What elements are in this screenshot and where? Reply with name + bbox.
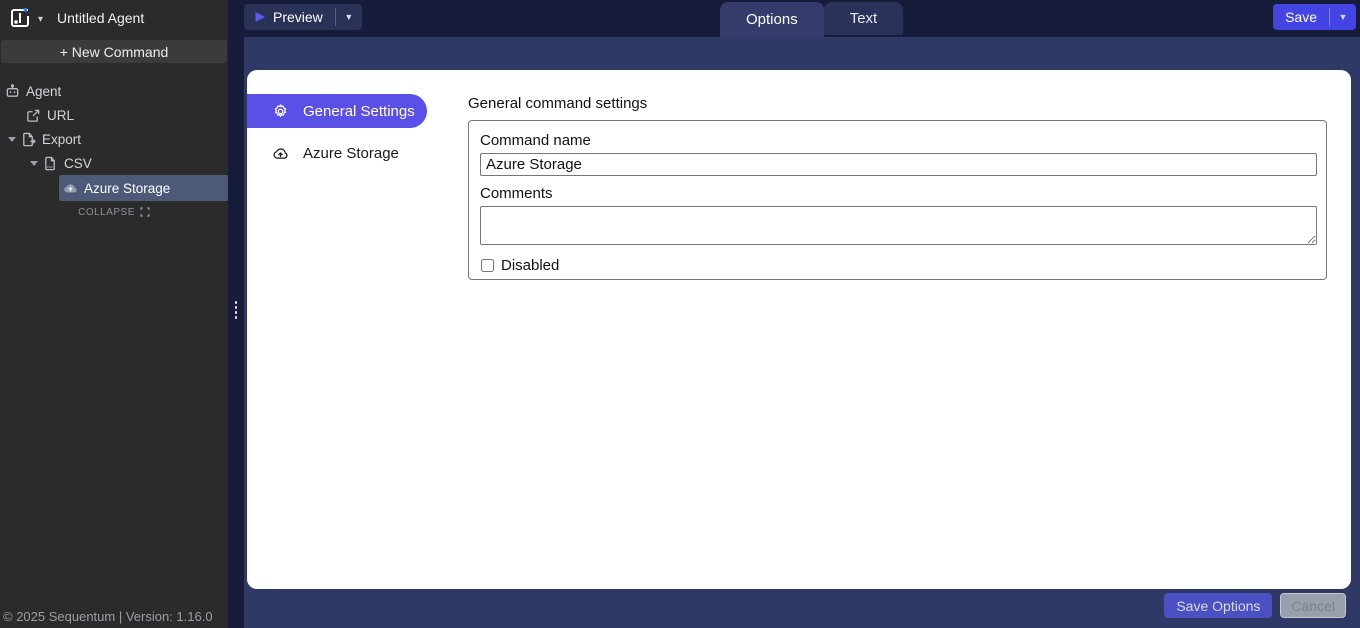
options-card: General Settings Azure Storage General c… <box>247 70 1351 589</box>
tab-bar: Options Text <box>720 0 903 37</box>
tree-item-export[interactable]: Export <box>0 127 228 151</box>
panel-nav-general-settings[interactable]: General Settings <box>247 94 427 128</box>
tab-text[interactable]: Text <box>824 2 904 35</box>
file-export-icon <box>21 132 36 147</box>
sequentum-logo-icon[interactable] <box>8 6 32 30</box>
expander-arrow-icon[interactable] <box>7 134 17 144</box>
expander-arrow-icon[interactable] <box>29 158 39 168</box>
cancel-button[interactable]: Cancel <box>1280 593 1346 618</box>
bottom-actions: Save Options Cancel <box>1164 593 1346 618</box>
tree-item-label: CSV <box>64 156 92 171</box>
topbar: Preview ▼ Options Text Save ▼ <box>244 0 1360 37</box>
tab-options[interactable]: Options <box>720 2 824 37</box>
robot-icon <box>5 84 20 99</box>
save-split-button: Save ▼ <box>1273 4 1356 30</box>
file-csv-icon: csv <box>43 156 58 171</box>
command-name-input[interactable] <box>480 153 1317 176</box>
gear-icon <box>272 103 289 120</box>
form-heading: General command settings <box>468 95 647 112</box>
preview-label: Preview <box>273 9 323 25</box>
tree-item-label: Agent <box>26 84 61 99</box>
tree-item-label: Azure Storage <box>84 181 170 196</box>
tree-item-csv[interactable]: csv CSV <box>0 151 228 175</box>
cloud-upload-icon <box>272 145 289 162</box>
tab-text-label: Text <box>850 10 878 27</box>
panel-nav-azure-storage[interactable]: Azure Storage <box>247 136 427 170</box>
expand-corners-icon <box>140 207 150 217</box>
sidebar: ▾ Untitled Agent + New Command Agent URL <box>0 0 228 628</box>
sidebar-header: ▾ Untitled Agent <box>0 0 228 36</box>
svg-text:csv: csv <box>47 164 53 169</box>
disabled-label: Disabled <box>501 257 559 274</box>
tree-item-azure-storage[interactable]: Azure Storage <box>59 175 228 201</box>
save-button[interactable]: Save <box>1273 4 1329 30</box>
panel-nav-label: General Settings <box>303 103 415 120</box>
sidebar-resize-handle[interactable] <box>228 0 244 628</box>
grip-dots-icon <box>233 301 239 321</box>
version-footer: © 2025 Sequentum | Version: 1.16.0 <box>3 609 213 624</box>
cloud-upload-icon <box>63 181 78 196</box>
disabled-checkbox-row: Disabled <box>480 257 1315 274</box>
panel-nav-label: Azure Storage <box>303 145 399 162</box>
agent-menu-caret-icon[interactable]: ▾ <box>38 14 43 25</box>
main-area: Preview ▼ Options Text Save ▼ Genera <box>244 0 1360 628</box>
external-link-icon <box>26 108 41 123</box>
collapse-label: COLLAPSE <box>78 207 135 218</box>
tree-item-label: Export <box>42 132 81 147</box>
command-name-label: Command name <box>480 132 1315 149</box>
preview-split-button: Preview ▼ <box>244 4 362 30</box>
preview-dropdown-button[interactable]: ▼ <box>336 4 362 30</box>
agent-title: Untitled Agent <box>57 10 144 26</box>
new-command-button[interactable]: + New Command <box>1 40 227 63</box>
comments-label: Comments <box>480 185 1315 202</box>
tree-item-label: URL <box>47 108 74 123</box>
general-settings-fieldset: Command name Comments Disabled <box>468 120 1327 280</box>
command-tree: Agent URL Export csv <box>0 79 228 221</box>
play-icon <box>254 11 266 23</box>
save-dropdown-button[interactable]: ▼ <box>1330 4 1356 30</box>
tree-item-url[interactable]: URL <box>0 103 228 127</box>
preview-button[interactable]: Preview <box>244 4 335 30</box>
comments-textarea[interactable] <box>480 206 1317 245</box>
save-options-button[interactable]: Save Options <box>1164 593 1272 618</box>
tree-item-agent[interactable]: Agent <box>0 79 228 103</box>
disabled-checkbox[interactable] <box>481 259 494 272</box>
collapse-tree-button[interactable]: COLLAPSE <box>0 203 228 221</box>
tab-options-label: Options <box>746 11 798 28</box>
